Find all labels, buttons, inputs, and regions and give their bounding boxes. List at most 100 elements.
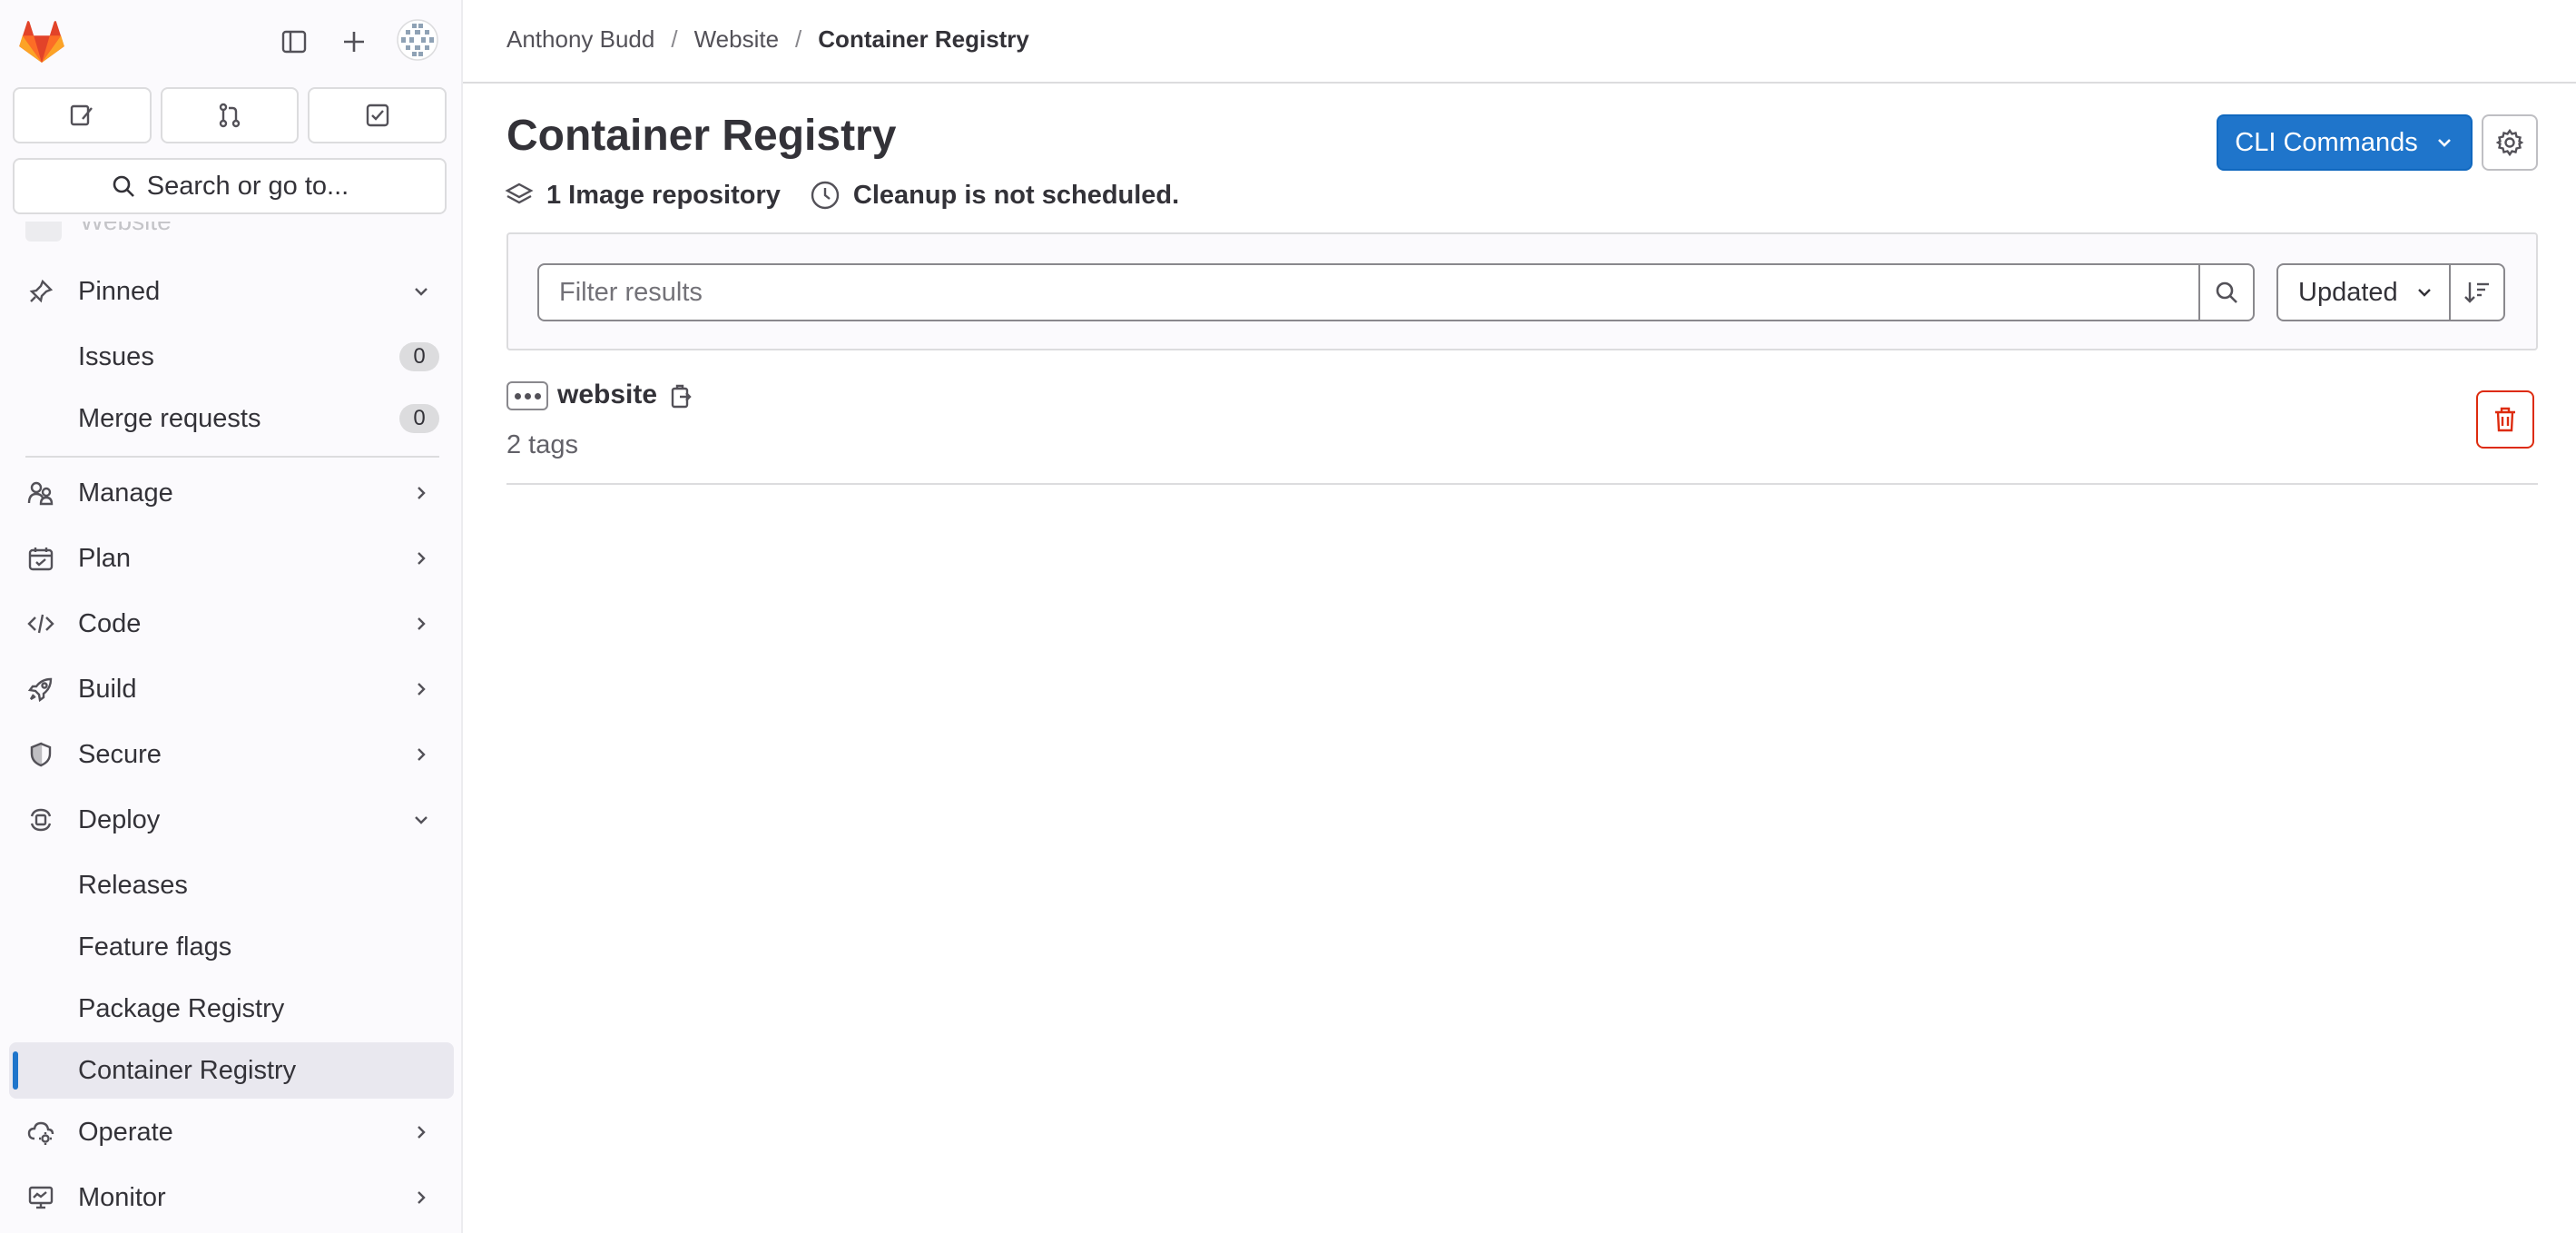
search-button-label: Search or go to... [146,171,349,201]
filter-bar: Filter results Updated [506,232,2538,350]
breadcrumb-item-owner[interactable]: Anthony Budd [506,25,654,54]
sidebar-item-label: Pinned [78,276,161,306]
chevron-right-icon [408,546,434,571]
chevron-down-icon [2437,139,2451,147]
sidebar-item-label: Monitor [78,1182,166,1212]
sidebar-item-operate[interactable]: Operate [9,1104,454,1160]
copy-path-button[interactable] [666,381,697,412]
sidebar-divider [25,456,439,458]
chevron-right-icon [408,1120,434,1145]
sidebar-item-label: Feature flags [78,932,232,962]
cleanup-status: Cleanup is not scheduled. [810,180,1179,211]
gear-icon [2495,128,2524,157]
chevron-right-icon [408,611,434,636]
sidebar-item-package-registry[interactable]: Package Registry [9,981,454,1037]
breadcrumb-separator: / [795,25,802,53]
sidebar-item-plan[interactable]: Plan [9,530,454,587]
user-avatar[interactable] [396,18,439,62]
settings-button[interactable] [2482,114,2538,171]
sidebar-item-merge-requests[interactable]: Merge requests 0 [9,390,454,447]
chevron-right-icon [408,742,434,767]
monitor-icon [25,1182,56,1213]
users-icon [25,478,56,508]
repository-tag-count: 2 tags [506,430,578,459]
sidebar-item-label: Manage [78,478,173,508]
cli-commands-label: CLI Commands [2235,127,2418,157]
sidebar-item-code[interactable]: Code [9,596,454,652]
sort-direction-button[interactable] [2449,263,2505,321]
cleanup-status-label: Cleanup is not scheduled. [852,180,1180,210]
sidebar-item-label: Merge requests [78,403,261,433]
project-avatar [25,222,62,242]
code-icon [25,608,56,639]
sidebar-item-label: Plan [78,543,132,573]
breadcrumb-item-current[interactable]: Container Registry [818,25,1029,54]
breadcrumb: Anthony Budd / Website / Container Regis… [506,25,1029,54]
sidebar-item-deploy[interactable]: Deploy [9,792,454,848]
search-icon [2216,281,2237,303]
count-badge: 0 [399,342,439,371]
breadcrumb-separator: / [671,25,678,53]
sidebar-item-feature-flags[interactable]: Feature flags [9,919,454,975]
chevron-down-icon [408,807,434,833]
sidebar-item-secure[interactable]: Secure [9,726,454,783]
sidebar-item-build[interactable]: Build [9,661,454,717]
sidebar-item-label: Code [78,608,142,638]
sort-dropdown-label: Updated [2298,277,2398,307]
breadcrumb-item-project[interactable]: Website [694,25,779,54]
image-repository-count-label: 1 Image repository [546,180,781,210]
filter-placeholder: Filter results [559,277,703,307]
sort-dropdown[interactable]: Updated [2276,263,2451,321]
deployments-icon [25,804,56,835]
sidebar-header [0,0,461,82]
sidebar-item-label: Secure [78,739,162,769]
layers-icon [505,182,534,204]
sidebar-item-monitor[interactable]: Monitor [9,1169,454,1226]
cli-commands-button[interactable]: CLI Commands [2217,114,2473,171]
sidebar-item-issues[interactable]: Issues 0 [9,329,454,385]
calendar-icon [25,543,56,574]
delete-repository-button[interactable] [2476,390,2534,449]
search-button[interactable]: Search or go to... [13,158,447,214]
sidebar-item-label: Operate [78,1117,173,1147]
sidebar-item-label: Issues [78,341,154,371]
chevron-down-icon [408,279,434,304]
gitlab-logo-icon[interactable] [18,18,65,64]
repository-row: website 2 tags [506,367,2538,485]
sidebar-item-container-registry[interactable]: Container Registry [9,1042,454,1099]
merge-request-icon [219,103,241,128]
merge-requests-shortcut-button[interactable] [160,87,300,143]
dot-icon [524,392,531,399]
trash-icon [2495,407,2515,432]
project-context-header: Website [25,222,172,242]
plus-icon[interactable] [334,22,374,62]
page-title: Container Registry [506,112,897,160]
issues-shortcut-button[interactable] [13,87,152,143]
sidebar: Search or go to... Website Pinned Issues… [0,0,463,1233]
chevron-right-icon [408,1185,434,1210]
copy-to-clipboard-icon [671,384,692,409]
shield-icon [25,739,56,770]
chevron-right-icon [408,676,434,702]
sidebar-item-manage[interactable]: Manage [9,465,454,521]
toggle-sidebar-icon[interactable] [274,22,314,62]
sidebar-item-releases[interactable]: Releases [9,857,454,913]
repository-more-button[interactable] [506,381,548,410]
filter-search-button[interactable] [2198,263,2255,321]
todos-shortcut-button[interactable] [308,87,447,143]
sidebar-shortcuts [13,87,447,143]
image-repository-count: 1 Image repository [505,181,781,211]
project-context-label: Website [80,222,172,242]
sidebar-item-label: Build [78,674,137,704]
sidebar-item-pinned[interactable]: Pinned [9,263,454,320]
issues-icon [71,104,93,126]
sidebar-item-label: Releases [78,870,188,900]
chevron-down-icon [2417,289,2431,297]
dot-icon [534,392,541,399]
sidebar-item-label: Package Registry [78,993,285,1023]
filter-input[interactable]: Filter results [537,263,2198,321]
clock-icon [811,181,840,210]
repository-name[interactable]: website [557,380,657,410]
chevron-right-icon [408,480,434,506]
registry-metadata: 1 Image repository Cleanup is not schedu… [505,180,1208,211]
